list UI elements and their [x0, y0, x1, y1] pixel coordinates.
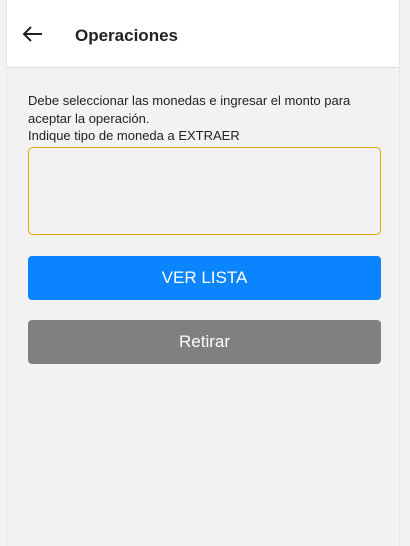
app-frame: Operaciones Debe seleccionar las monedas…: [6, 0, 400, 546]
top-bar: Operaciones: [7, 0, 399, 68]
withdraw-button[interactable]: Retirar: [28, 320, 381, 364]
currency-input[interactable]: [28, 147, 381, 235]
back-button[interactable]: [19, 20, 47, 48]
page-title: Operaciones: [75, 26, 178, 45]
instruction-line: aceptar la operación.: [28, 110, 150, 126]
instruction-line: Debe seleccionar las monedas e ingresar …: [28, 93, 351, 108]
instruction-line: Indique tipo de moneda a EXTRAER: [28, 128, 240, 143]
instructions-text: Debe seleccionar las monedas e ingresar …: [28, 92, 384, 145]
view-list-button[interactable]: VER LISTA: [28, 256, 381, 300]
arrow-left-icon: [22, 26, 42, 42]
